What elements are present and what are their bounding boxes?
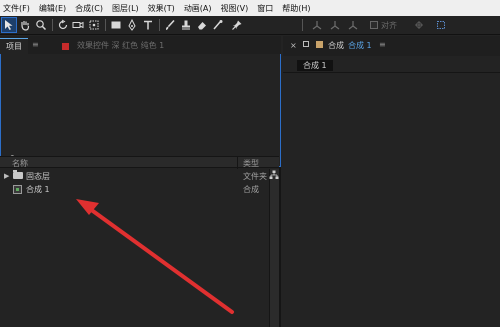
layer-color-swatch bbox=[62, 42, 69, 50]
tab-project-label: 项目 bbox=[6, 42, 22, 51]
item-type: 文件夹 bbox=[243, 172, 267, 181]
snap-mask-icon[interactable] bbox=[434, 18, 448, 32]
toolbar-divider bbox=[52, 19, 53, 31]
toolbar-divider bbox=[105, 19, 106, 31]
menu-window[interactable]: 窗口 bbox=[257, 3, 273, 14]
close-icon[interactable]: × bbox=[290, 41, 297, 50]
tools-toolbar: 对齐 bbox=[0, 16, 500, 35]
folder-icon bbox=[13, 170, 23, 179]
menu-bar: 文件(F) 编辑(E) 合成(C) 图层(L) 效果(T) 动画(A) 视图(V… bbox=[0, 0, 500, 16]
composition-icon bbox=[13, 185, 22, 194]
menu-composition[interactable]: 合成(C) bbox=[75, 3, 103, 14]
project-tab-bar: 项目 ≡ 效果控件 深 红色 纯色 1 bbox=[0, 36, 281, 54]
toolbar-divider bbox=[159, 19, 160, 31]
list-item-composition[interactable]: 合成 1 合成 bbox=[0, 183, 268, 196]
composition-panel: × 合成 合成 1 ≡ 合成 1 bbox=[283, 36, 500, 327]
composition-panel-label: 合成 bbox=[328, 41, 344, 50]
tab-effect-controls-label: 效果控件 深 红色 纯色 1 bbox=[77, 41, 165, 50]
camera-icon[interactable] bbox=[71, 18, 85, 32]
tab-effect-controls[interactable]: 效果控件 深 红色 纯色 1 bbox=[62, 39, 164, 53]
roto-brush-icon[interactable] bbox=[211, 18, 225, 32]
menu-edit[interactable]: 编辑(E) bbox=[39, 3, 66, 14]
lock-icon[interactable] bbox=[303, 41, 309, 47]
brush-icon[interactable] bbox=[163, 18, 177, 32]
panel-divider bbox=[283, 72, 500, 73]
composition-dropdown[interactable]: 合成 1 bbox=[348, 40, 372, 51]
axis-local-icon[interactable] bbox=[310, 18, 324, 32]
snap-option-icon[interactable] bbox=[412, 18, 426, 32]
project-scrollbar[interactable] bbox=[269, 169, 279, 327]
pan-behind-icon[interactable] bbox=[87, 18, 101, 32]
snap-label: 对齐 bbox=[381, 21, 397, 30]
panel-menu-icon[interactable]: ≡ bbox=[379, 40, 386, 49]
expand-arrow-icon[interactable]: ▶ bbox=[4, 172, 9, 180]
axis-world-icon[interactable] bbox=[328, 18, 342, 32]
menu-layer[interactable]: 图层(L) bbox=[112, 3, 139, 14]
clone-stamp-icon[interactable] bbox=[179, 18, 193, 32]
eraser-icon[interactable] bbox=[195, 18, 209, 32]
text-icon[interactable] bbox=[141, 18, 155, 32]
tab-composition-1[interactable]: 合成 1 bbox=[297, 60, 333, 71]
hand-icon[interactable] bbox=[18, 18, 32, 32]
item-name: 合成 1 bbox=[26, 185, 50, 194]
item-type: 合成 bbox=[243, 185, 259, 194]
item-name: 固态层 bbox=[26, 172, 50, 181]
tab-project[interactable]: 项目 bbox=[0, 38, 28, 54]
selection-icon[interactable] bbox=[1, 17, 17, 33]
column-name-header[interactable]: 名称 bbox=[12, 158, 28, 169]
flowchart-icon[interactable] bbox=[269, 170, 279, 180]
project-thumbnail-area: ⚲ bbox=[0, 54, 281, 167]
menu-effect[interactable]: 效果(T) bbox=[148, 3, 175, 14]
project-panel: 项目 ≡ 效果控件 深 红色 纯色 1 ⚲ 名称 类型 ▶ 固态层 文件夹 合成… bbox=[0, 36, 281, 327]
column-type-header[interactable]: 类型 bbox=[243, 158, 259, 169]
zoom-icon[interactable] bbox=[34, 18, 48, 32]
composition-tab-bar: × 合成 合成 1 ≡ bbox=[283, 36, 500, 56]
rectangle-icon[interactable] bbox=[109, 18, 123, 32]
panel-menu-icon[interactable]: ≡ bbox=[32, 40, 39, 49]
menu-view[interactable]: 视图(V) bbox=[221, 3, 249, 14]
menu-file[interactable]: 文件(F) bbox=[3, 3, 30, 14]
rotate-icon[interactable] bbox=[56, 18, 70, 32]
toolbar-divider bbox=[302, 19, 303, 31]
snap-checkbox[interactable] bbox=[370, 21, 378, 29]
pen-icon[interactable] bbox=[125, 18, 139, 32]
menu-animation[interactable]: 动画(A) bbox=[184, 3, 212, 14]
column-divider[interactable] bbox=[237, 157, 238, 169]
list-item-folder[interactable]: ▶ 固态层 文件夹 bbox=[0, 170, 268, 183]
tab-composition-label: 合成 1 bbox=[303, 61, 327, 70]
column-header: 名称 类型 bbox=[0, 156, 279, 169]
composition-icon bbox=[316, 41, 323, 48]
menu-help[interactable]: 帮助(H) bbox=[282, 3, 310, 14]
axis-view-icon[interactable] bbox=[346, 18, 360, 32]
puppet-pin-icon[interactable] bbox=[230, 18, 244, 32]
